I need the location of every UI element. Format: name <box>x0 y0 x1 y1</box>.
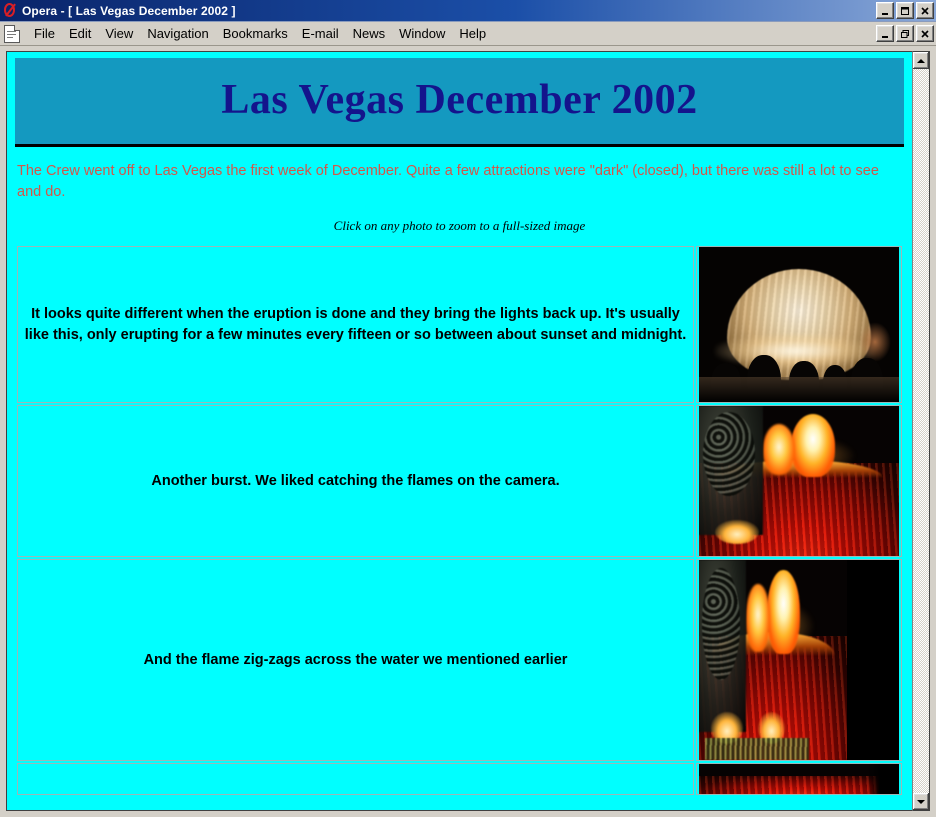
opera-logo-icon <box>3 3 18 18</box>
opera-browser-window: Opera - [ Las Vegas December 2002 ] File… <box>0 0 936 817</box>
photo-cell <box>696 763 902 796</box>
table-row: It looks quite different when the erupti… <box>17 246 902 404</box>
table-row: Another burst. We liked catching the fla… <box>17 405 902 558</box>
menu-item-news[interactable]: News <box>346 24 393 43</box>
page-title: Las Vegas December 2002 <box>221 77 698 123</box>
photo-cell <box>696 246 902 404</box>
caption-cell <box>17 763 694 796</box>
menu-item-email[interactable]: E-mail <box>295 24 346 43</box>
menu-bar: File Edit View Navigation Bookmarks E-ma… <box>0 22 936 46</box>
client-area: Las Vegas December 2002 The Crew went of… <box>0 47 936 817</box>
photo-cell <box>696 559 902 762</box>
photo-inner <box>699 560 847 761</box>
web-page: Las Vegas December 2002 The Crew went of… <box>7 52 912 810</box>
menu-item-help[interactable]: Help <box>452 24 493 43</box>
photo-table: It looks quite different when the erupti… <box>15 244 904 797</box>
menu-item-window[interactable]: Window <box>392 24 452 43</box>
mdi-close-button[interactable] <box>916 25 934 42</box>
caption-cell: It looks quite different when the erupti… <box>17 246 694 404</box>
menu-item-bookmarks[interactable]: Bookmarks <box>216 24 295 43</box>
caption-cell: And the flame zig-zags across the water … <box>17 559 694 762</box>
menu-item-file[interactable]: File <box>27 24 62 43</box>
mdi-window-controls <box>876 25 934 42</box>
window-title: Opera - [ Las Vegas December 2002 ] <box>22 3 236 18</box>
photo-volcano-burst[interactable] <box>699 406 899 557</box>
vertical-scrollbar[interactable] <box>912 51 930 811</box>
click-note: Click on any photo to zoom to a full-siz… <box>333 218 586 234</box>
intro-paragraph: The Crew went off to Las Vegas the first… <box>17 163 879 200</box>
photo-volcano-zigzag[interactable] <box>699 560 899 761</box>
photo-cell <box>696 405 902 558</box>
scrollbar-track[interactable] <box>913 69 929 793</box>
page-banner: Las Vegas December 2002 <box>15 58 904 147</box>
menu-item-navigation[interactable]: Navigation <box>140 24 215 43</box>
maximize-button[interactable] <box>896 2 914 19</box>
caption-cell: Another burst. We liked catching the fla… <box>17 405 694 558</box>
scroll-up-arrow-icon[interactable] <box>913 52 929 69</box>
scroll-down-arrow-icon[interactable] <box>913 793 929 810</box>
menu-item-edit[interactable]: Edit <box>62 24 98 43</box>
title-bar: Opera - [ Las Vegas December 2002 ] <box>0 0 936 22</box>
minimize-button[interactable] <box>876 2 894 19</box>
table-row: And the flame zig-zags across the water … <box>17 559 902 762</box>
mdi-minimize-button[interactable] <box>876 25 894 42</box>
window-controls <box>876 2 934 19</box>
mdi-restore-button[interactable] <box>896 25 914 42</box>
table-row <box>17 763 902 796</box>
document-icon[interactable] <box>4 24 20 43</box>
menu-item-view[interactable]: View <box>98 24 140 43</box>
photo-volcano-lights-up[interactable] <box>699 247 899 403</box>
document-frame: Las Vegas December 2002 The Crew went of… <box>6 51 912 811</box>
photo-volcano-next[interactable] <box>699 764 899 795</box>
close-button[interactable] <box>916 2 934 19</box>
